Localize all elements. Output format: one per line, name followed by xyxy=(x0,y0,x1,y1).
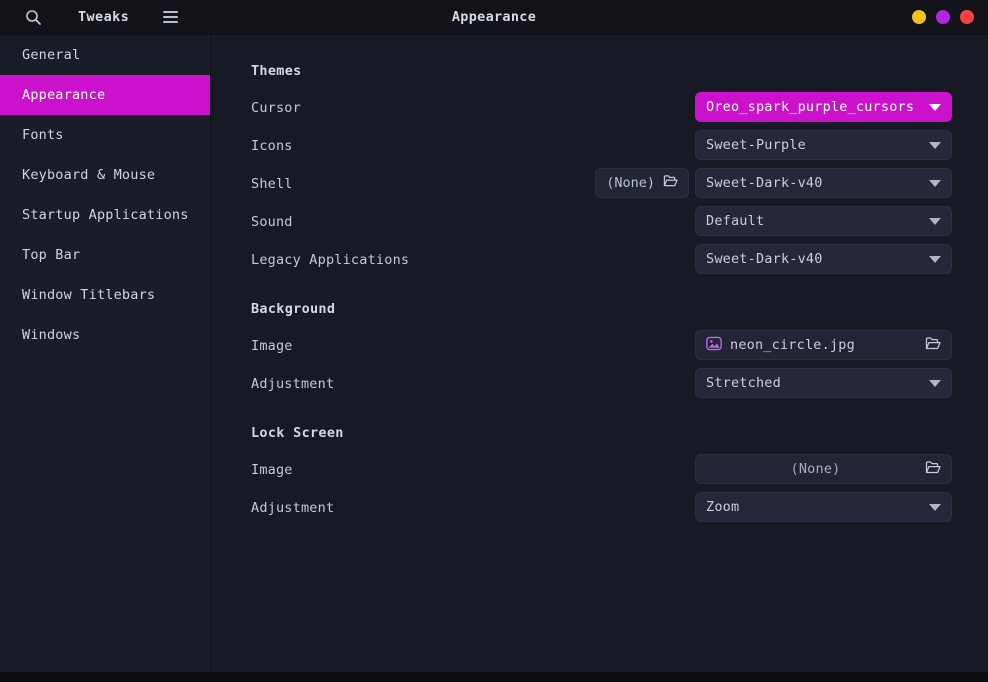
section-title-lock-screen: Lock Screen xyxy=(251,425,988,441)
cursor-theme-dropdown[interactable]: Oreo_spark_purple_cursors xyxy=(695,92,952,122)
sound-theme-control: Default xyxy=(695,206,952,236)
minimize-button[interactable] xyxy=(912,10,926,24)
sidebar-item-label: Top Bar xyxy=(22,247,80,263)
cursor-theme-value: Oreo_spark_purple_cursors xyxy=(706,99,914,115)
background-image-control: neon_circle.jpg xyxy=(695,330,952,360)
shell-theme-dropdown[interactable]: Sweet-Dark-v40 xyxy=(695,168,952,198)
folder-open-icon xyxy=(663,174,678,192)
row-background-adjustment: Adjustment Stretched xyxy=(251,365,988,403)
main-menu-button[interactable] xyxy=(157,4,183,30)
section-title-background: Background xyxy=(251,301,988,317)
row-label: Legacy Applications xyxy=(251,252,409,268)
chevron-down-icon xyxy=(929,218,941,225)
sidebar-item-keyboard-and-mouse[interactable]: Keyboard & Mouse xyxy=(0,155,210,195)
tweaks-window: Tweaks Appearance General Appearance xyxy=(0,0,988,672)
row-label: Cursor xyxy=(251,100,301,116)
app-name: Tweaks xyxy=(78,9,129,25)
sidebar-item-windows[interactable]: Windows xyxy=(0,315,210,355)
section-title-themes: Themes xyxy=(251,63,988,79)
sound-theme-value: Default xyxy=(706,213,764,229)
hamburger-menu-icon-bar xyxy=(163,21,178,23)
lock-screen-adjustment-dropdown[interactable]: Zoom xyxy=(695,492,952,522)
row-label: Image xyxy=(251,338,293,354)
shell-theme-control: Sweet-Dark-v40 xyxy=(695,168,952,198)
sidebar-item-window-titlebars[interactable]: Window Titlebars xyxy=(0,275,210,315)
row-icons-theme: Icons Sweet-Purple xyxy=(251,127,988,165)
sidebar-item-appearance[interactable]: Appearance xyxy=(0,75,210,115)
hamburger-menu-icon-bar xyxy=(163,16,178,18)
folder-open-icon xyxy=(925,336,941,355)
desktop-background-strip xyxy=(0,672,988,682)
lock-screen-adjustment-value: Zoom xyxy=(706,499,739,515)
chevron-down-icon xyxy=(929,142,941,149)
row-sound-theme: Sound Default xyxy=(251,203,988,241)
sidebar-item-general[interactable]: General xyxy=(0,35,210,75)
image-file-icon xyxy=(706,336,722,355)
hamburger-menu-icon-bar xyxy=(163,11,178,13)
row-lock-screen-image: Image (None) xyxy=(251,451,988,489)
sound-theme-dropdown[interactable]: Default xyxy=(695,206,952,236)
lock-screen-image-file-button[interactable]: (None) xyxy=(695,454,952,484)
legacy-applications-theme-value: Sweet-Dark-v40 xyxy=(706,251,823,267)
header-bar: Tweaks Appearance xyxy=(0,0,988,35)
lock-screen-image-value: (None) xyxy=(706,461,925,477)
row-legacy-applications-theme: Legacy Applications Sweet-Dark-v40 xyxy=(251,241,988,279)
row-background-image: Image neon_circle.jpg xyxy=(251,327,988,365)
sidebar-item-label: Fonts xyxy=(22,127,64,143)
icons-theme-control: Sweet-Purple xyxy=(695,130,952,160)
row-cursor-theme: Cursor Oreo_spark_purple_cursors xyxy=(251,89,988,127)
header-left-group: Tweaks xyxy=(0,0,183,34)
icons-theme-value: Sweet-Purple xyxy=(706,137,806,153)
row-label: Adjustment xyxy=(251,500,334,516)
chevron-down-icon xyxy=(929,256,941,263)
lock-screen-adjustment-control: Zoom xyxy=(695,492,952,522)
sidebar-item-fonts[interactable]: Fonts xyxy=(0,115,210,155)
lock-screen-image-control: (None) xyxy=(695,454,952,484)
row-shell-theme: Shell (None) Sweet-Dark-v40 xyxy=(251,165,988,203)
background-image-value: neon_circle.jpg xyxy=(730,337,925,353)
sidebar-item-label: Window Titlebars xyxy=(22,287,155,303)
row-label: Adjustment xyxy=(251,376,334,392)
sidebar-item-startup-applications[interactable]: Startup Applications xyxy=(0,195,210,235)
folder-open-icon xyxy=(925,460,941,479)
window-controls xyxy=(912,0,974,34)
chevron-down-icon xyxy=(929,180,941,187)
background-adjustment-dropdown[interactable]: Stretched xyxy=(695,368,952,398)
sidebar-item-label: Windows xyxy=(22,327,80,343)
row-label: Sound xyxy=(251,214,293,230)
shell-theme-value: Sweet-Dark-v40 xyxy=(706,175,823,191)
sidebar-item-label: General xyxy=(22,47,80,63)
icons-theme-dropdown[interactable]: Sweet-Purple xyxy=(695,130,952,160)
sidebar-item-top-bar[interactable]: Top Bar xyxy=(0,235,210,275)
search-button[interactable] xyxy=(18,4,48,30)
row-label: Icons xyxy=(251,138,293,154)
row-label: Shell xyxy=(251,176,293,192)
row-label: Image xyxy=(251,462,293,478)
sidebar-item-label: Keyboard & Mouse xyxy=(22,167,155,183)
sidebar: General Appearance Fonts Keyboard & Mous… xyxy=(0,35,211,672)
chevron-down-icon xyxy=(929,504,941,511)
background-adjustment-value: Stretched xyxy=(706,375,781,391)
background-adjustment-control: Stretched xyxy=(695,368,952,398)
legacy-applications-theme-dropdown[interactable]: Sweet-Dark-v40 xyxy=(695,244,952,274)
sidebar-item-label: Appearance xyxy=(22,87,105,103)
row-lock-screen-adjustment: Adjustment Zoom xyxy=(251,489,988,527)
maximize-button[interactable] xyxy=(936,10,950,24)
window-body: General Appearance Fonts Keyboard & Mous… xyxy=(0,35,988,672)
settings-panel: Themes Cursor Oreo_spark_purple_cursors … xyxy=(211,35,988,672)
cursor-theme-control: Oreo_spark_purple_cursors xyxy=(695,92,952,122)
shell-theme-file-label: (None) xyxy=(606,175,655,191)
background-image-file-button[interactable]: neon_circle.jpg xyxy=(695,330,952,360)
legacy-applications-theme-control: Sweet-Dark-v40 xyxy=(695,244,952,274)
shell-theme-file-button[interactable]: (None) xyxy=(595,168,689,198)
sidebar-item-label: Startup Applications xyxy=(22,207,189,223)
close-button[interactable] xyxy=(960,10,974,24)
chevron-down-icon xyxy=(929,104,941,111)
chevron-down-icon xyxy=(929,380,941,387)
search-icon xyxy=(25,9,42,26)
